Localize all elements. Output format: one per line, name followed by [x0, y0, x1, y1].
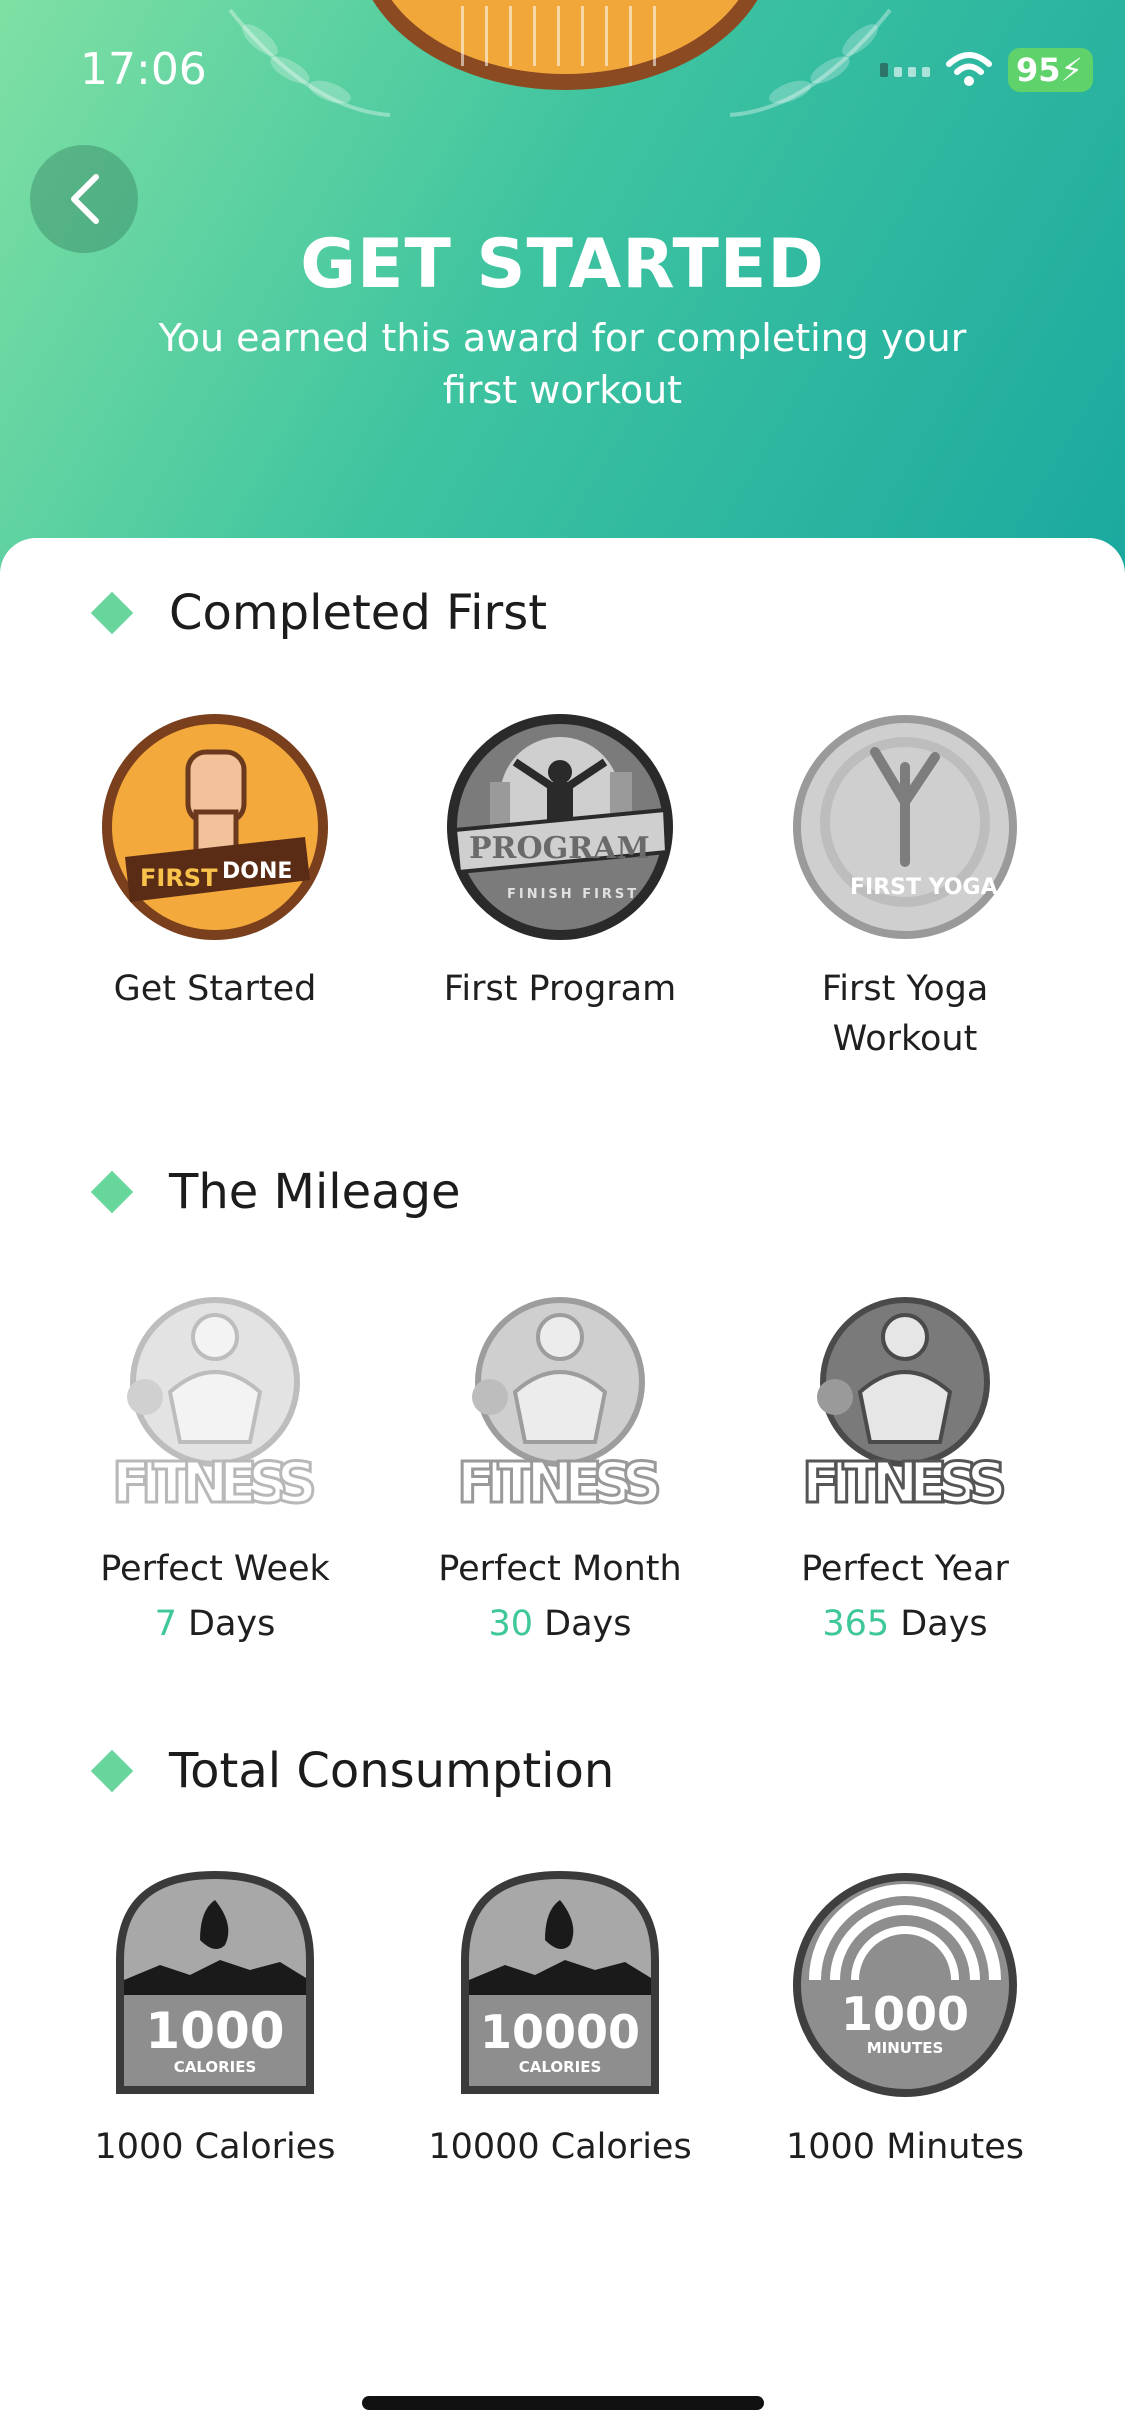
- fitness-bodybuilder-icon: FITNESS: [100, 1292, 330, 1522]
- days-count: 7: [154, 1604, 177, 1644]
- badge-art-text: CALORIES: [174, 2058, 257, 2076]
- badge-label: 10000 Calories: [428, 2127, 692, 2167]
- program-finish-first-icon: PROGRAM FINISH FIRST: [445, 712, 675, 942]
- calories-flame-icon: 1000 CALORIES: [100, 1870, 330, 2100]
- section-title: Total Consumption: [169, 1743, 615, 1799]
- battery-indicator: 95⚡: [1008, 48, 1093, 92]
- signal-icon: [880, 63, 930, 77]
- header-banner: 17:06 95⚡ GET STARTED You earned this aw…: [0, 0, 1125, 600]
- section-the-mileage: The Mileage: [0, 1164, 461, 1220]
- badge-days: 7 Days: [65, 1604, 365, 1644]
- badge-first-yoga-workout[interactable]: FIRST YOGA First Yoga Workout: [755, 712, 1055, 1064]
- fitness-bodybuilder-icon: FITNESS: [445, 1292, 675, 1522]
- badge-label: First Yoga Workout: [821, 969, 989, 1059]
- days-unit: Days: [900, 1604, 988, 1644]
- badge-art-text: FITNESS: [457, 1451, 662, 1516]
- charging-bolt-icon: ⚡: [1060, 51, 1083, 89]
- badge-label: Perfect Year: [801, 1549, 1009, 1589]
- badge-art-text: DONE: [222, 859, 292, 884]
- home-indicator[interactable]: [362, 2396, 764, 2410]
- badge-perfect-year[interactable]: FITNESS Perfect Year 365 Days: [755, 1292, 1055, 1644]
- battery-level: 95: [1016, 51, 1061, 89]
- badge-1000-minutes[interactable]: 1000 MINUTES 1000 Minutes: [755, 1870, 1055, 2172]
- badge-art-text: 1000: [841, 1987, 969, 2041]
- badge-get-started[interactable]: FIRST DONE Get Started: [65, 712, 365, 1014]
- badge-label: Perfect Month: [438, 1549, 682, 1589]
- page-subtitle: You earned this award for completing you…: [158, 316, 967, 412]
- section-completed-first: Completed First: [0, 585, 547, 641]
- page-title: GET STARTED: [300, 225, 825, 304]
- first-yoga-icon: FIRST YOGA: [790, 712, 1020, 942]
- section-total-consumption: Total Consumption: [0, 1743, 614, 1799]
- badge-art-text: FITNESS: [802, 1451, 1007, 1516]
- status-time: 17:06: [80, 44, 207, 95]
- badge-perfect-month[interactable]: FITNESS Perfect Month 30 Days: [410, 1292, 710, 1644]
- badge-label: 1000 Calories: [94, 2127, 336, 2167]
- laurel-icon: [729, 8, 892, 117]
- badge-days: 30 Days: [410, 1604, 710, 1644]
- badge-label: Get Started: [113, 969, 317, 1009]
- chevron-left-icon: [71, 174, 99, 224]
- award-medal-icon: [355, 0, 775, 90]
- diamond-bullet-icon: [90, 591, 134, 635]
- status-icons: 95⚡: [880, 48, 1093, 92]
- badge-art-text: FIRST: [140, 864, 218, 892]
- days-count: 30: [488, 1604, 534, 1644]
- badge-label: First Program: [443, 969, 677, 1009]
- calories-flame-icon: 10000 CALORIES: [445, 1870, 675, 2100]
- badge-1000-calories[interactable]: 1000 CALORIES 1000 Calories: [65, 1870, 365, 2172]
- badge-art-text: FINISH FIRST: [507, 887, 639, 902]
- section-title: The Mileage: [169, 1164, 461, 1220]
- badge-days: 365 Days: [755, 1604, 1055, 1644]
- badge-art-text: 10000: [480, 2005, 640, 2059]
- badge-art-text: MINUTES: [867, 2039, 944, 2057]
- badge-label: 1000 Minutes: [786, 2127, 1024, 2167]
- diamond-bullet-icon: [90, 1749, 134, 1793]
- badge-art-text: PROGRAM: [469, 831, 650, 866]
- minutes-rainbow-icon: 1000 MINUTES: [790, 1870, 1020, 2100]
- days-unit: Days: [544, 1604, 632, 1644]
- first-done-fist-icon: FIRST DONE: [100, 712, 330, 942]
- badge-10000-calories[interactable]: 10000 CALORIES 10000 Calories: [410, 1870, 710, 2172]
- wifi-icon: [946, 52, 992, 86]
- badge-art-text: 1000: [145, 2002, 284, 2060]
- badge-art-text: CALORIES: [519, 2058, 602, 2076]
- badge-perfect-week[interactable]: FITNESS Perfect Week 7 Days: [65, 1292, 365, 1644]
- diamond-bullet-icon: [90, 1170, 134, 1214]
- laurel-icon: [228, 8, 391, 117]
- fitness-bodybuilder-icon: FITNESS: [790, 1292, 1020, 1522]
- badge-first-program[interactable]: PROGRAM FINISH FIRST First Program: [410, 712, 710, 1014]
- badge-art-text: FIRST YOGA: [850, 875, 998, 900]
- days-unit: Days: [188, 1604, 276, 1644]
- days-count: 365: [822, 1604, 890, 1644]
- badge-label: Perfect Week: [100, 1549, 330, 1589]
- badge-art-text: FITNESS: [112, 1451, 317, 1516]
- section-title: Completed First: [169, 585, 548, 641]
